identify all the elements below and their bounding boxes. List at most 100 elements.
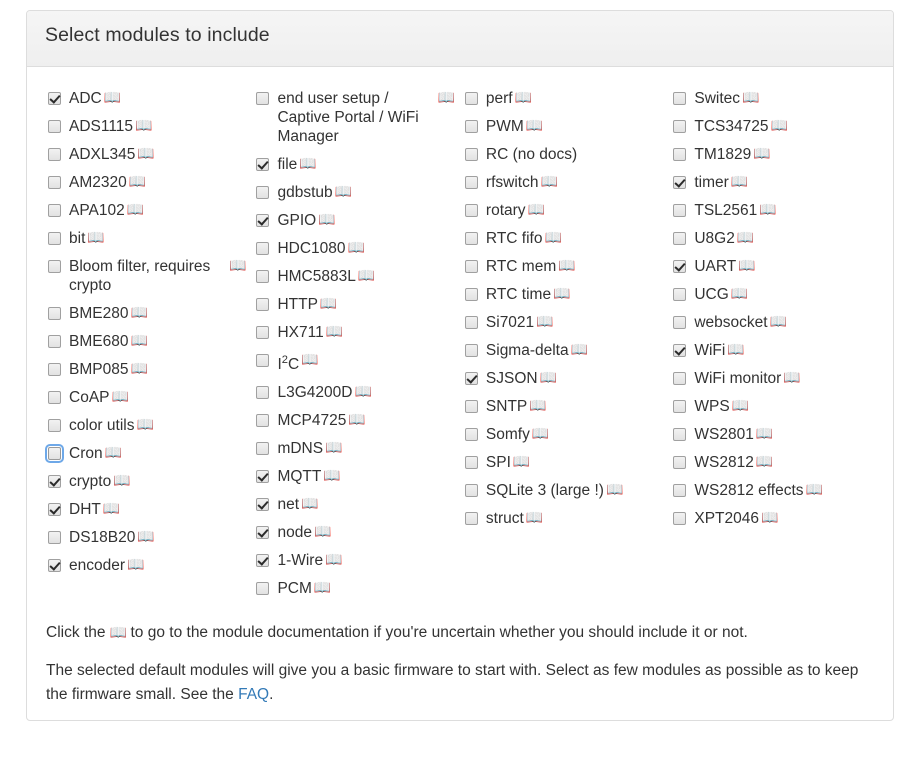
documentation-book-icon[interactable]: 📖 xyxy=(731,285,748,304)
module-label[interactable]: PWM xyxy=(486,117,524,136)
module-checkbox-bmp085[interactable] xyxy=(48,363,61,376)
module-checkbox-mqtt[interactable] xyxy=(256,470,270,484)
documentation-book-icon[interactable]: 📖 xyxy=(770,313,787,332)
module-checkbox-tcs34725[interactable] xyxy=(673,120,687,133)
module-checkbox-encoder[interactable] xyxy=(48,559,61,572)
documentation-book-icon[interactable]: 📖 xyxy=(770,117,787,136)
module-checkbox-pcm[interactable] xyxy=(256,582,270,596)
module-label[interactable]: DS18B20 xyxy=(69,528,135,547)
module-label[interactable]: I2C xyxy=(277,351,299,374)
module-checkbox-file[interactable] xyxy=(256,158,270,171)
documentation-book-icon[interactable]: 📖 xyxy=(737,229,754,248)
module-label[interactable]: XPT2046 xyxy=(694,509,759,528)
documentation-book-icon[interactable]: 📖 xyxy=(335,183,352,202)
documentation-book-icon[interactable]: 📖 xyxy=(320,295,337,314)
module-label[interactable]: AM2320 xyxy=(69,173,127,192)
documentation-book-icon[interactable]: 📖 xyxy=(104,89,121,108)
module-label[interactable]: file xyxy=(277,155,297,174)
module-label[interactable]: U8G2 xyxy=(694,229,735,248)
documentation-book-icon[interactable]: 📖 xyxy=(326,323,343,342)
module-checkbox-rtc-mem[interactable] xyxy=(464,260,478,273)
documentation-book-icon[interactable]: 📖 xyxy=(544,229,561,248)
module-label[interactable]: SPI xyxy=(486,453,511,472)
documentation-book-icon[interactable]: 📖 xyxy=(314,523,331,542)
module-label[interactable]: Switec xyxy=(694,89,740,108)
module-label[interactable]: end user setup / Captive Portal / WiFi M… xyxy=(277,89,435,146)
module-label[interactable]: timer xyxy=(694,173,728,192)
module-checkbox-mdns[interactable] xyxy=(256,442,270,456)
module-checkbox-ws2812-effects[interactable] xyxy=(673,484,687,497)
module-checkbox-wifi-monitor[interactable] xyxy=(673,372,687,385)
module-checkbox-rotary[interactable] xyxy=(464,204,478,217)
module-checkbox-http[interactable] xyxy=(256,298,270,311)
documentation-book-icon[interactable]: 📖 xyxy=(299,155,316,174)
documentation-book-icon[interactable]: 📖 xyxy=(761,509,778,528)
module-checkbox-xpt2046[interactable] xyxy=(673,512,687,525)
module-checkbox-sntp[interactable] xyxy=(464,400,478,413)
documentation-book-icon[interactable]: 📖 xyxy=(348,411,365,430)
module-checkbox-pwm[interactable] xyxy=(464,120,478,133)
documentation-book-icon[interactable]: 📖 xyxy=(137,145,154,164)
module-checkbox-sqlite-3-large[interactable] xyxy=(464,484,478,497)
module-checkbox-websocket[interactable] xyxy=(673,316,687,329)
module-checkbox-timer[interactable] xyxy=(673,176,687,189)
module-label[interactable]: HMC5883L xyxy=(277,267,355,286)
module-checkbox-gdbstub[interactable] xyxy=(256,186,270,199)
documentation-book-icon[interactable]: 📖 xyxy=(526,117,543,136)
module-label[interactable]: encoder xyxy=(69,556,125,575)
module-checkbox-rtc-fifo[interactable] xyxy=(464,232,478,245)
module-checkbox-ws2812[interactable] xyxy=(673,456,687,469)
documentation-book-icon[interactable]: 📖 xyxy=(130,304,147,323)
documentation-book-icon[interactable]: 📖 xyxy=(105,444,122,463)
module-checkbox-apa102[interactable] xyxy=(48,204,61,217)
module-checkbox-ads1115[interactable] xyxy=(48,120,61,133)
module-checkbox-hdc1080[interactable] xyxy=(256,242,270,255)
documentation-book-icon[interactable]: 📖 xyxy=(437,89,454,108)
module-label[interactable]: CoAP xyxy=(69,388,110,407)
documentation-book-icon[interactable]: 📖 xyxy=(727,341,744,360)
module-checkbox-rfswitch[interactable] xyxy=(464,176,478,189)
module-label[interactable]: L3G4200D xyxy=(277,383,352,402)
documentation-book-icon[interactable]: 📖 xyxy=(732,397,749,416)
module-checkbox-ds18b20[interactable] xyxy=(48,531,61,544)
module-label[interactable]: WS2801 xyxy=(694,425,753,444)
module-checkbox-node[interactable] xyxy=(256,526,270,540)
module-label[interactable]: gdbstub xyxy=(277,183,332,202)
module-label[interactable]: crypto xyxy=(69,472,111,491)
module-label[interactable]: TM1829 xyxy=(694,145,751,164)
module-checkbox-coap[interactable] xyxy=(48,391,61,404)
documentation-book-icon[interactable]: 📖 xyxy=(103,500,120,519)
module-checkbox-crypto[interactable] xyxy=(48,475,61,488)
module-label[interactable]: BME680 xyxy=(69,332,128,351)
faq-link[interactable]: FAQ xyxy=(238,686,269,703)
module-label[interactable]: MQTT xyxy=(277,467,321,486)
module-checkbox-gpio[interactable] xyxy=(256,214,270,227)
module-label[interactable]: HX711 xyxy=(277,323,323,342)
module-label[interactable]: Si7021 xyxy=(486,313,534,332)
documentation-book-icon[interactable]: 📖 xyxy=(759,201,776,220)
module-checkbox-end-user-setup-captive-portal-wifi-manager[interactable] xyxy=(256,92,270,105)
module-checkbox-hmc5883l[interactable] xyxy=(256,270,270,283)
module-checkbox-color-utils[interactable] xyxy=(48,419,61,432)
documentation-book-icon[interactable]: 📖 xyxy=(606,481,623,500)
module-label[interactable]: rfswitch xyxy=(486,173,539,192)
documentation-book-icon[interactable]: 📖 xyxy=(136,416,153,435)
module-checkbox-i-c[interactable] xyxy=(256,354,270,367)
module-label[interactable]: WS2812 xyxy=(694,453,753,472)
documentation-book-icon[interactable]: 📖 xyxy=(113,472,130,491)
documentation-book-icon[interactable]: 📖 xyxy=(87,229,104,248)
module-checkbox-mcp4725[interactable] xyxy=(256,414,270,428)
documentation-book-icon[interactable]: 📖 xyxy=(229,257,246,276)
documentation-book-icon[interactable]: 📖 xyxy=(323,467,340,486)
documentation-book-icon[interactable]: 📖 xyxy=(127,556,144,575)
documentation-book-icon[interactable]: 📖 xyxy=(301,495,318,514)
documentation-book-icon[interactable]: 📖 xyxy=(738,257,755,276)
module-label[interactable]: net xyxy=(277,495,299,514)
module-label[interactable]: node xyxy=(277,523,311,542)
module-checkbox-sigma-delta[interactable] xyxy=(464,344,478,357)
module-label[interactable]: ADXL345 xyxy=(69,145,135,164)
module-checkbox-cron[interactable] xyxy=(45,444,64,463)
module-label[interactable]: WS2812 effects xyxy=(694,481,803,500)
module-label[interactable]: struct xyxy=(486,509,524,528)
module-label[interactable]: SNTP xyxy=(486,397,527,416)
